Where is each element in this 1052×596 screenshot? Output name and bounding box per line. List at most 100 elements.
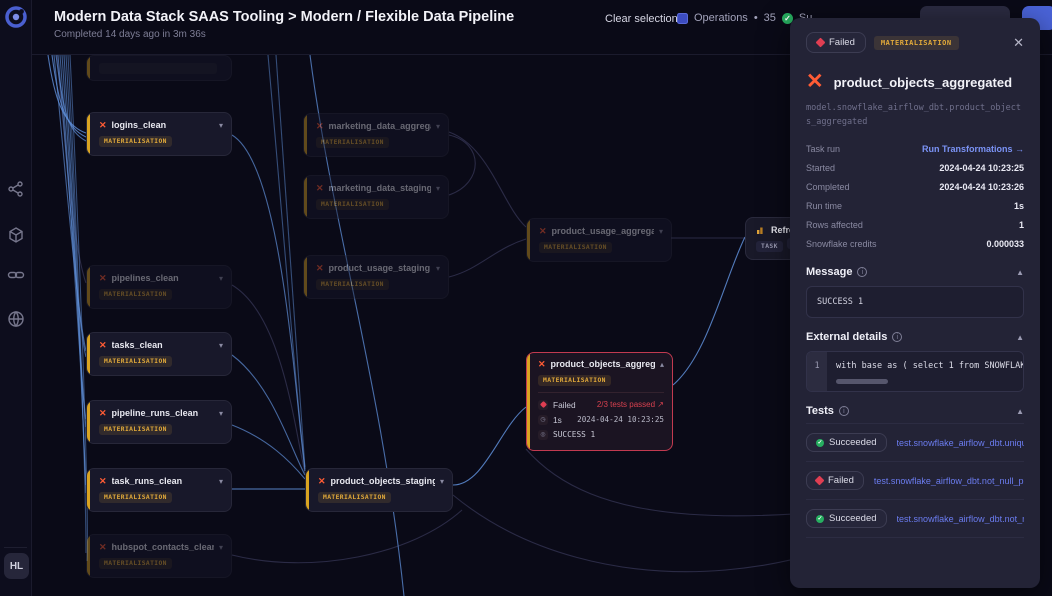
node-title: product_usage_staging (329, 263, 431, 273)
node-task-runs-clean[interactable]: ✕ task_runs_clean ▾ MATERIALISATION (86, 468, 232, 512)
succeeded-badge: ✓ Succeeded (806, 433, 887, 452)
materialisation-badge: MATERIALISATION (318, 492, 391, 503)
stub-node[interactable] (86, 55, 232, 81)
node-accent-bar (304, 176, 307, 218)
check-icon: ✓ (816, 439, 824, 447)
chevron-down-icon[interactable]: ▾ (659, 227, 663, 236)
materialisation-badge: MATERIALISATION (99, 136, 172, 147)
clear-selection-button[interactable]: Clear selection (605, 13, 678, 25)
pipeline-graph-icon[interactable] (7, 180, 25, 198)
horizontal-scrollbar[interactable] (836, 379, 888, 384)
detail-label: Task run (806, 144, 840, 154)
test-row: ✓ Succeeded test.snowflake_airflow_dbt.n… (806, 499, 1024, 537)
node-accent-bar (87, 333, 90, 375)
node-pipelines-clean[interactable]: ✕ pipelines_clean ▾ MATERIALISATION (86, 265, 232, 309)
chevron-down-icon[interactable]: ▾ (440, 477, 444, 486)
node-product-usage-aggregated[interactable]: ✕ product_usage_aggregated ▾ MATERIALISA… (526, 218, 672, 262)
test-row: ✓ Succeeded test.snowflake_airflow_dbt.u… (806, 423, 1024, 461)
app-sidebar: HL (0, 0, 32, 596)
dbt-icon: ✕ (99, 408, 107, 418)
detail-value: 2024-04-24 10:23:26 (939, 182, 1024, 192)
node-runtime: 1s (553, 415, 562, 425)
collapse-arrow-icon[interactable]: ▲ (1016, 407, 1024, 416)
panel-title: product_objects_aggregated (834, 75, 1012, 90)
dbt-icon: ✕ (538, 359, 546, 369)
detail-value: 2024-04-24 10:23:25 (939, 163, 1024, 173)
node-pipeline-runs-clean[interactable]: ✕ pipeline_runs_clean ▾ MATERIALISATION (86, 400, 232, 444)
node-title: pipeline_runs_clean (112, 408, 214, 418)
test-link[interactable]: test.snowflake_airflow_dbt.not_null_pr (874, 476, 1024, 486)
test-link[interactable]: test.snowflake_airflow_dbt.unique_pro (897, 438, 1024, 448)
app-logo-icon[interactable] (5, 6, 27, 28)
materialisation-badge: MATERIALISATION (316, 279, 389, 290)
materialisation-badge: MATERIALISATION (538, 375, 611, 386)
node-marketing-data-staging[interactable]: ✕ marketing_data_staging ▾ MATERIALISATI… (303, 175, 449, 219)
collapse-arrow-icon[interactable]: ▲ (1016, 333, 1024, 342)
node-accent-bar (87, 266, 90, 308)
node-title: product_objects_staging (331, 476, 435, 486)
task-run-link[interactable]: Run Transformations → (922, 144, 1024, 154)
user-avatar[interactable]: HL (4, 553, 29, 579)
chevron-down-icon[interactable]: ▾ (219, 274, 223, 283)
chevron-down-icon[interactable]: ▾ (436, 184, 440, 193)
node-product-objects-staging[interactable]: ✕ product_objects_staging ▾ MATERIALISAT… (305, 468, 453, 512)
chevron-down-icon[interactable]: ▾ (219, 477, 223, 486)
operations-separator: • (754, 12, 758, 24)
chevron-down-icon[interactable]: ▾ (219, 341, 223, 350)
node-product-objects-aggregated-selected[interactable]: ✕ product_objects_aggregated ▴ MATERIALI… (526, 352, 673, 451)
detail-row: Completed 2024-04-24 10:23:26 (806, 177, 1024, 196)
dbt-icon: ✕ (806, 71, 824, 93)
info-icon: i (839, 406, 849, 416)
tests-summary-link[interactable]: 2/3 tests passed ↗ (597, 400, 664, 409)
materialisation-badge: MATERIALISATION (99, 492, 172, 503)
node-marketing-data-aggregated[interactable]: ✕ marketing_data_aggregated ▾ MATERIALIS… (303, 113, 449, 157)
node-title: hubspot_contacts_clean (112, 542, 214, 552)
link-icon[interactable] (7, 266, 25, 284)
detail-label: Run time (806, 201, 842, 211)
node-tasks-clean[interactable]: ✕ tasks_clean ▾ MATERIALISATION (86, 332, 232, 376)
operations-label: Operations (694, 12, 748, 24)
test-row: Failed test.snowflake_airflow_dbt.not_nu… (806, 461, 1024, 499)
node-title: pipelines_clean (112, 273, 214, 283)
tests-section-title: Tests (806, 405, 834, 417)
node-accent-bar (87, 469, 90, 511)
globe-icon[interactable] (7, 310, 25, 328)
cube-icon[interactable] (7, 226, 25, 244)
sql-code-line: with base as ( select 1 from SNOWFLAKE (836, 361, 1014, 371)
close-icon[interactable]: ✕ (1013, 35, 1024, 51)
operations-icon (677, 13, 688, 24)
node-product-usage-staging[interactable]: ✕ product_usage_staging ▾ MATERIALISATIO… (303, 255, 449, 299)
chevron-down-icon[interactable]: ▾ (436, 264, 440, 273)
node-title: tasks_clean (112, 340, 214, 350)
succeeded-badge: ✓ Succeeded (806, 509, 887, 528)
chevron-up-icon[interactable]: ▴ (660, 360, 664, 369)
test-status-label: Succeeded (829, 513, 877, 524)
chevron-down-icon[interactable]: ▾ (219, 543, 223, 552)
node-hubspot-contacts-clean[interactable]: ✕ hubspot_contacts_clean ▾ MATERIALISATI… (86, 534, 232, 578)
test-link[interactable]: test.snowflake_airflow_dbt.not_null_pr (897, 514, 1024, 524)
collapse-arrow-icon[interactable]: ▲ (1016, 268, 1024, 277)
node-status-label: Failed (553, 400, 576, 410)
materialisation-badge: MATERIALISATION (99, 558, 172, 569)
dbt-icon: ✕ (539, 226, 547, 236)
materialisation-badge: MATERIALISATION (99, 289, 172, 300)
node-timestamp: 2024-04-24 10:23:25 (577, 415, 664, 424)
node-divider (538, 392, 664, 393)
dbt-icon: ✕ (316, 263, 324, 273)
dbt-icon: ✕ (318, 476, 326, 486)
chevron-down-icon[interactable]: ▾ (219, 121, 223, 130)
info-icon: i (892, 332, 902, 342)
info-icon: i (857, 267, 867, 277)
node-accent-bar (306, 469, 309, 511)
sql-code-block: 1 with base as ( select 1 from SNOWFLAKE (806, 351, 1024, 392)
detail-value: 0.000033 (986, 239, 1024, 249)
chevron-down-icon[interactable]: ▾ (219, 409, 223, 418)
node-logins-clean[interactable]: ✕ logins_clean ▾ MATERIALISATION (86, 112, 232, 156)
node-title: logins_clean (112, 120, 214, 130)
failed-diamond-icon (815, 476, 825, 486)
line-number: 1 (807, 352, 827, 391)
node-title: marketing_data_aggregated (329, 121, 431, 131)
materialisation-badge: MATERIALISATION (316, 199, 389, 210)
chevron-down-icon[interactable]: ▾ (436, 122, 440, 131)
node-accent-bar (527, 353, 530, 450)
